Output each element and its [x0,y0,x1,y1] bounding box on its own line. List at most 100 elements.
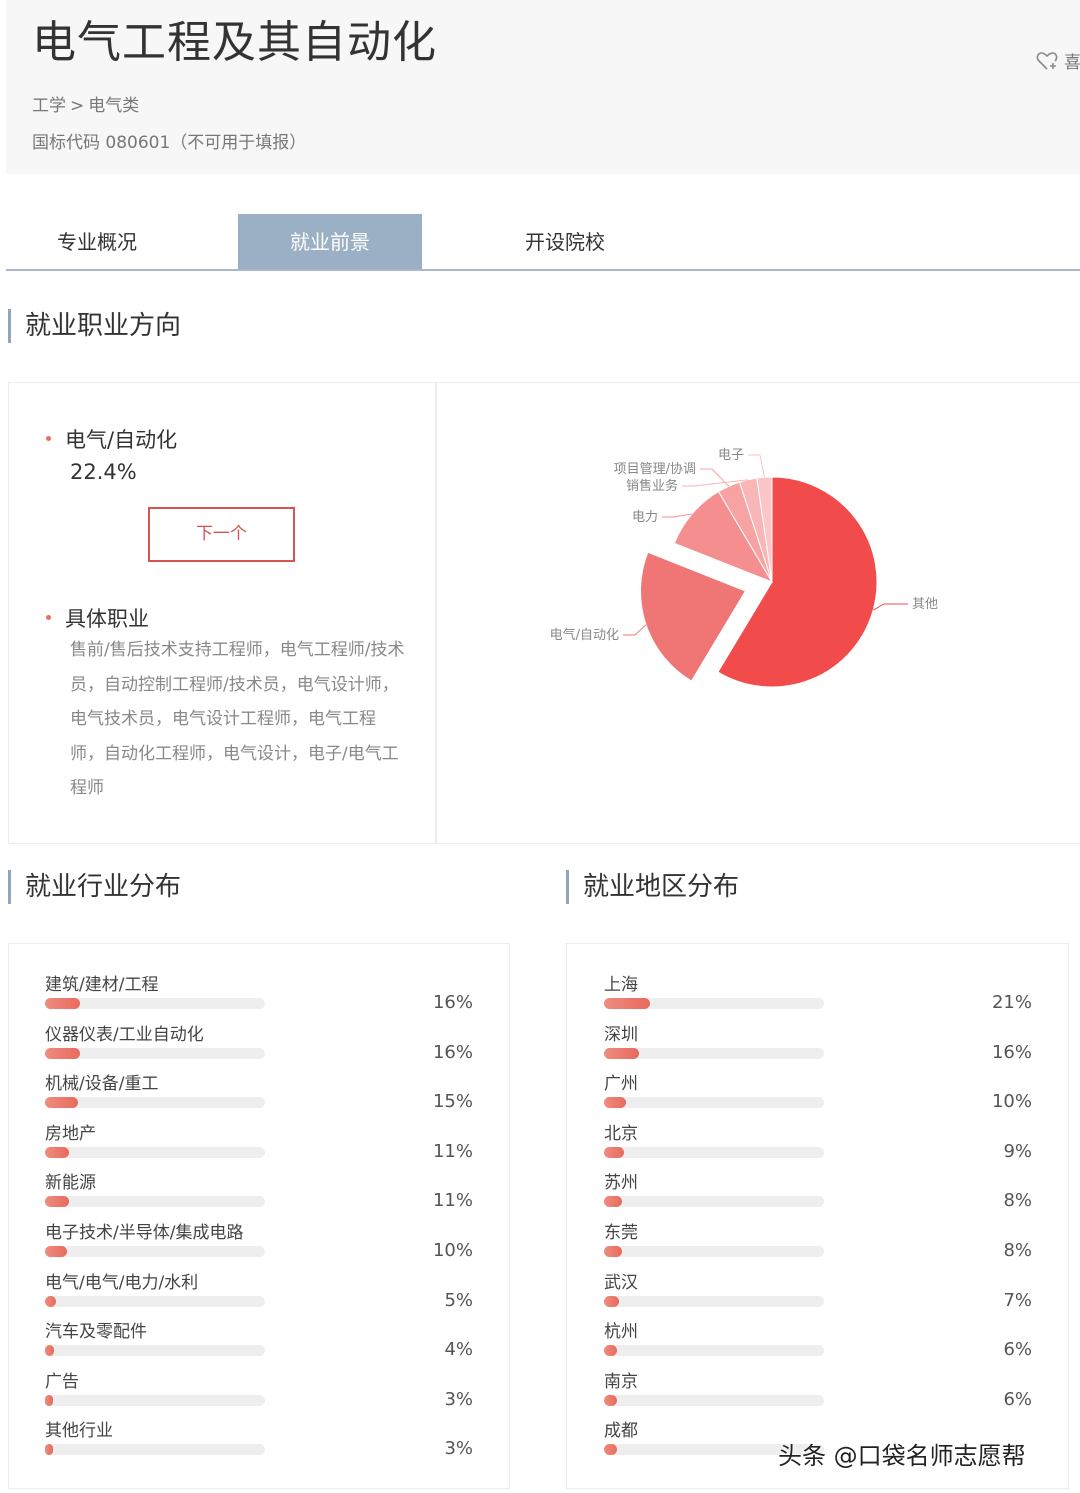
tab-bar: 专业概况 就业前景 开设院校 [6,214,1080,271]
bullet-dot-icon [46,435,51,441]
region-bar-fill [604,1146,624,1158]
career-pie-chart: 其他电气/自动化 电力 项目管理/协调销售业务 电子 [550,448,938,688]
pie-leader-line [662,513,693,518]
region-value: 7% [1003,1289,1032,1311]
industry-bar-fill [45,1146,70,1158]
region-label: 深圳 [604,1024,638,1045]
region-bar-track [604,1345,824,1357]
industry-bar-fill [45,1444,53,1456]
region-bar-track [604,1047,824,1059]
industry-bar-fill [45,1295,56,1307]
region-row: 东莞 8% [604,1218,1032,1268]
region-bar-track [604,1246,824,1257]
industry-bar-track [45,1196,265,1208]
industry-bar-fill [45,1196,70,1208]
industry-bar-track [45,1246,265,1257]
industry-bar-track [45,1097,265,1109]
industry-bar-track [45,1444,265,1456]
industry-label: 房地产 [45,1123,96,1144]
industry-label: 机械/设备/重工 [45,1074,159,1095]
section-title-region: 就业地区分布 [566,870,739,904]
industry-label: 电气/电气/电力/水利 [45,1272,199,1293]
region-bar-track [604,1196,824,1208]
region-row: 深圳 16% [604,1020,1032,1070]
region-value: 8% [1003,1240,1032,1261]
region-bar-track [604,1394,824,1406]
region-row: 南京 6% [604,1367,1032,1417]
section-title-career: 就业职业方向 [8,309,181,343]
region-row: 苏州 8% [604,1168,1032,1218]
major-header: 电气工程及其自动化 工学 > 电气类 国标代码 080601（不可用于填报） 喜 [6,0,1080,174]
current-direction-percent: 22.4% [70,460,137,484]
region-bar-fill [604,1097,626,1109]
industry-bar-fill [45,1394,53,1406]
pie-leader-line [623,624,647,636]
region-label: 武汉 [604,1272,638,1293]
region-bar-fill [604,998,651,1009]
national-code: 国标代码 080601（不可用于填报） [32,133,307,153]
pie-label: 电子 [718,448,744,463]
pie-label: 项目管理/协调 [614,462,696,477]
region-label: 南京 [604,1371,638,1392]
industry-value: 11% [432,1140,473,1162]
region-bar-fill [604,1295,620,1307]
next-button[interactable]: 下一个 [148,507,295,562]
region-bar-fill [604,1394,618,1406]
industry-row: 其他行业 3% [45,1416,473,1466]
pie-label: 销售业务 [626,478,678,494]
tab-employment[interactable]: 就业前景 [238,214,422,269]
industry-value: 16% [432,1041,473,1063]
favorite-label: 喜 [1064,53,1080,73]
tab-overview[interactable]: 专业概况 [6,214,188,269]
industry-row: 电子技术/半导体/集成电路 10% [45,1218,473,1268]
industry-label: 广告 [45,1371,79,1392]
jobs-list-text: 售前/售后技术支持工程师，电气工程师/技术员，自动控制工程师/技术员，电气设计师… [70,640,405,798]
industry-label: 汽车及零配件 [45,1322,147,1343]
current-direction: 电气/自动化 [46,424,177,454]
region-row: 武汉 7% [604,1268,1032,1318]
industry-value: 11% [432,1190,473,1212]
jobs-heading: 具体职业 [46,603,149,633]
current-direction-label: 电气/自动化 [65,428,178,452]
region-label: 北京 [604,1123,638,1144]
industry-value: 10% [432,1240,473,1261]
breadcrumb-subcategory[interactable]: 电气类 [88,96,139,116]
region-value: 8% [1003,1190,1032,1212]
region-label: 成都 [604,1421,638,1442]
region-value: 9% [1003,1140,1032,1162]
industry-row: 广告 3% [45,1367,473,1417]
region-label: 广州 [604,1074,638,1095]
jobs-heading-label: 具体职业 [65,607,149,631]
industry-value: 15% [432,1091,473,1113]
industry-row: 汽车及零配件 4% [45,1317,473,1367]
industry-bar-fill [45,1047,81,1059]
region-row: 广州 10% [604,1069,1032,1119]
page-title: 电气工程及其自动化 [32,17,437,68]
industry-value: 3% [444,1388,473,1410]
favorite-button[interactable]: 喜 [1036,48,1080,73]
industry-bar-track [45,1295,265,1307]
heart-plus-icon [1036,51,1058,70]
industry-bar-fill [45,998,81,1009]
industry-label: 建筑/建材/工程 [45,975,159,995]
region-label: 东莞 [604,1223,638,1243]
industry-bar-track [45,998,265,1009]
region-bar-fill [604,1196,622,1208]
tab-schools[interactable]: 开设院校 [474,214,656,269]
pie-label: 电气/自动化 [550,627,619,643]
industry-row: 电气/电气/电力/水利 5% [45,1268,473,1318]
industry-row: 仪器仪表/工业自动化 16% [45,1020,473,1070]
region-value: 6% [1003,1388,1032,1410]
industry-label: 仪器仪表/工业自动化 [45,1024,204,1045]
watermark: 头条 @口袋名师志愿帮 [778,1442,1026,1470]
industry-row: 新能源 11% [45,1168,473,1218]
region-bar-track [604,1146,824,1158]
industry-value: 16% [432,992,473,1013]
region-label: 杭州 [604,1322,638,1343]
region-row: 上海 21% [604,970,1032,1020]
region-bar-fill [604,1047,640,1059]
breadcrumb: 工学 > 电气类 [32,91,139,116]
region-bar-track [604,1097,824,1109]
breadcrumb-category[interactable]: 工学 [32,96,66,116]
industry-value: 5% [444,1289,473,1311]
